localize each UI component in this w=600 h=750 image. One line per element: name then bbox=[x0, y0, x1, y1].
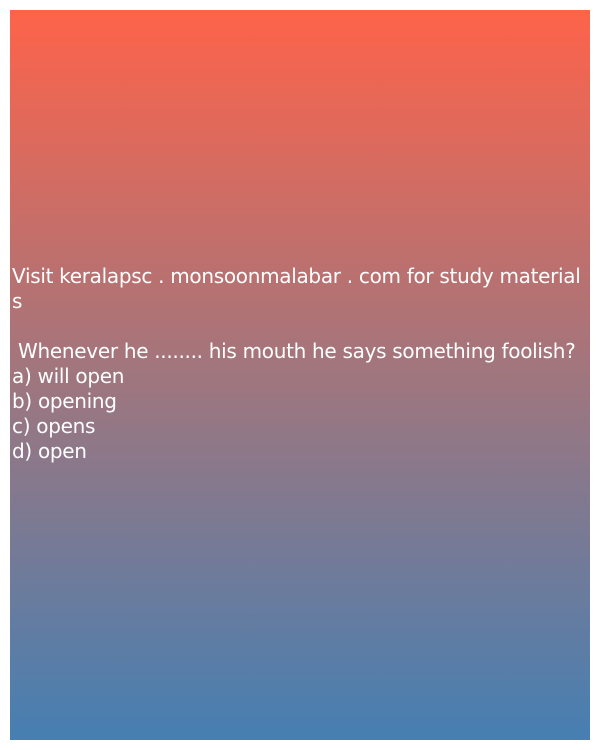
option-d: d) open bbox=[12, 439, 87, 463]
option-c: c) opens bbox=[12, 414, 96, 438]
options-list: a) will open b) opening c) opens d) open bbox=[12, 364, 588, 464]
visit-site-text: Visit keralapsc . monsoonmalabar . com f… bbox=[12, 264, 581, 313]
question-card: Visit keralapsc . monsoonmalabar . com f… bbox=[10, 10, 590, 740]
option-a: a) will open bbox=[12, 364, 125, 388]
question-text: Whenever he ........ his mouth he says s… bbox=[12, 339, 576, 363]
card-content: Visit keralapsc . monsoonmalabar . com f… bbox=[12, 264, 588, 464]
option-b: b) opening bbox=[12, 389, 117, 413]
